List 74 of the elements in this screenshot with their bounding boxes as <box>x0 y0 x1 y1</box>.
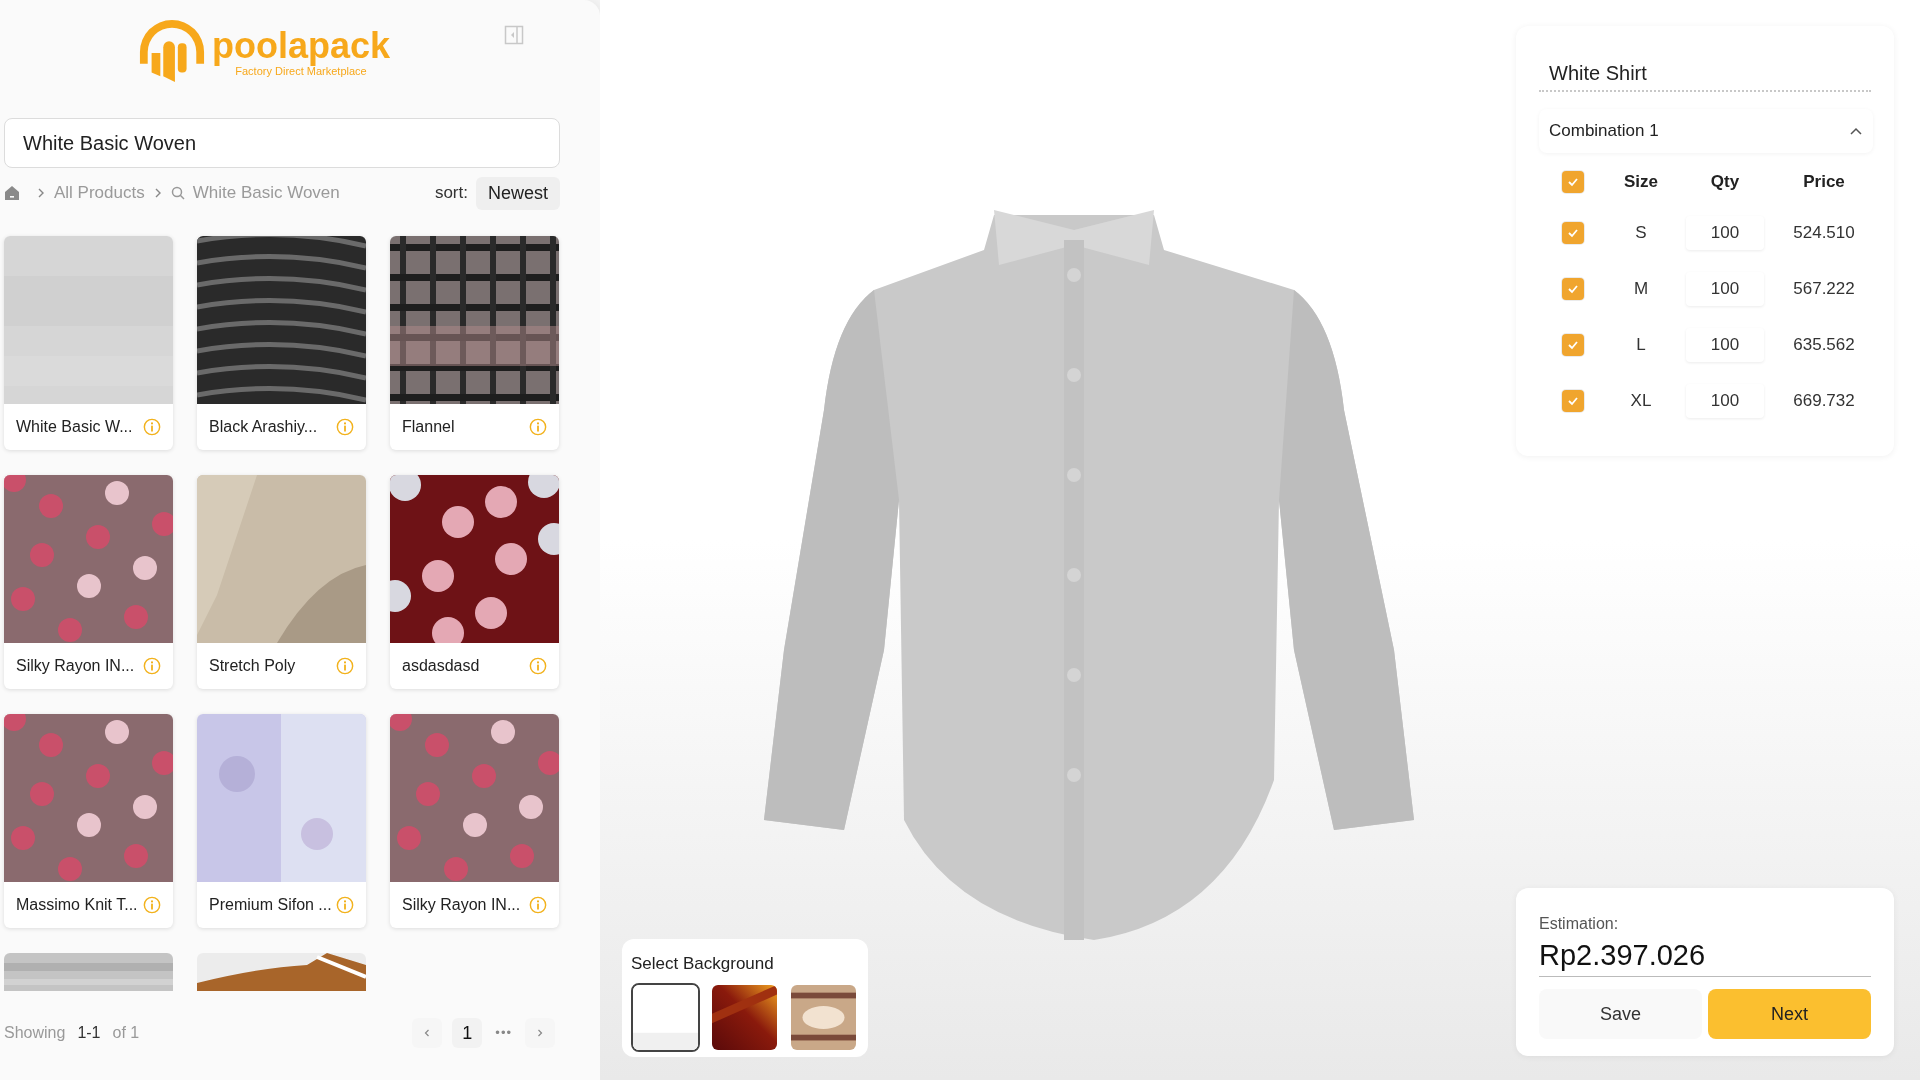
price-cell-text: 669.732 <box>1792 390 1856 413</box>
background-option[interactable] <box>789 982 858 1052</box>
product-name: Massimo Knit T... <box>16 895 138 915</box>
product-title: White Shirt <box>1549 61 1647 86</box>
showing-range: 1-1 <box>77 1023 101 1043</box>
brand-tagline: Factory Direct Marketplace <box>235 65 367 77</box>
sort-label: sort: <box>434 182 468 205</box>
info-icon[interactable] <box>143 657 161 675</box>
price-cell-text: 524.510 <box>1792 222 1856 245</box>
collapse-sidebar-icon[interactable] <box>504 25 524 45</box>
previous-page-button[interactable] <box>412 1018 443 1048</box>
page-button[interactable]: 1 <box>452 1018 483 1048</box>
info-icon[interactable] <box>529 418 547 436</box>
info-icon[interactable] <box>529 896 547 914</box>
brand-name: poolapack <box>211 27 391 65</box>
quantity-field[interactable]: 100 <box>1686 216 1764 250</box>
product-card[interactable]: White Basic W... <box>4 236 173 450</box>
price-cell-text: 635.562 <box>1792 334 1856 357</box>
product-card[interactable]: Stretch Poly <box>197 475 366 689</box>
chevron-right-icon <box>535 1028 545 1038</box>
quantity-field[interactable]: 100 <box>1686 272 1764 306</box>
product-card[interactable]: Premium Sifon ... <box>197 714 366 928</box>
background-selector-title: Select Background <box>631 953 775 975</box>
product-card[interactable]: Black Arashiy... <box>197 236 366 450</box>
price-cell-text: 567.222 <box>1792 278 1856 301</box>
quantity-field[interactable]: 100 <box>1686 328 1764 362</box>
product-card[interactable]: Silky Rayon IN... <box>390 714 559 928</box>
size-cell-text: S <box>1634 222 1648 245</box>
showing-total: of 1 <box>112 1023 140 1043</box>
home-icon[interactable] <box>4 185 20 201</box>
next-button[interactable]: Next <box>1708 989 1871 1039</box>
size-cell-text: L <box>1635 334 1647 357</box>
product-card[interactable]: Silky Rayon IN... <box>4 475 173 689</box>
next-page-button[interactable] <box>525 1018 555 1048</box>
save-button[interactable]: Save <box>1539 989 1702 1039</box>
product-name: Black Arashiy... <box>209 417 318 437</box>
combination-accordion[interactable]: Combination 1 <box>1539 109 1873 153</box>
column-header: Qty <box>1709 171 1741 194</box>
product-name: White Basic W... <box>16 417 133 437</box>
background-option[interactable] <box>710 982 779 1052</box>
size-cell-text: M <box>1632 278 1650 301</box>
product-name: Silky Rayon IN... <box>16 656 135 676</box>
product-name: Flannel <box>402 417 455 437</box>
checkbox[interactable] <box>1562 278 1584 300</box>
chevron-up-icon <box>1849 126 1863 136</box>
column-header: Price <box>1802 171 1846 194</box>
background-option[interactable] <box>631 982 700 1052</box>
info-icon[interactable] <box>143 896 161 914</box>
checkbox[interactable] <box>1562 390 1584 412</box>
info-icon[interactable] <box>336 418 354 436</box>
product-card[interactable]: asdasdasd <box>390 475 559 689</box>
product-name: asdasdasd <box>402 656 480 676</box>
product-name: Premium Sifon ... <box>209 895 332 915</box>
info-icon[interactable] <box>336 896 354 914</box>
info-icon[interactable] <box>336 657 354 675</box>
showing-label: Showing <box>4 1023 66 1043</box>
quantity-field[interactable]: 100 <box>1686 384 1764 418</box>
checkbox[interactable] <box>1562 171 1584 193</box>
search-field[interactable]: White Basic Woven <box>4 118 560 168</box>
checkbox[interactable] <box>1562 334 1584 356</box>
sort-dropdown[interactable]: Newest <box>475 176 560 210</box>
column-header: Size <box>1623 171 1659 194</box>
product-card[interactable]: Flannel <box>390 236 559 450</box>
product-name: Stretch Poly <box>209 656 296 676</box>
size-cell-text: XL <box>1629 390 1653 413</box>
checkbox[interactable] <box>1562 222 1584 244</box>
chevron-right-icon <box>36 188 46 198</box>
estimation-value: Rp2.397.026 <box>1539 939 1706 971</box>
search-icon <box>170 186 185 200</box>
product-card[interactable]: Massimo Knit T... <box>4 714 173 928</box>
info-icon[interactable] <box>143 418 161 436</box>
product-name: Silky Rayon IN... <box>402 895 521 915</box>
info-icon[interactable] <box>529 657 547 675</box>
estimation-label: Estimation: <box>1539 914 1620 934</box>
